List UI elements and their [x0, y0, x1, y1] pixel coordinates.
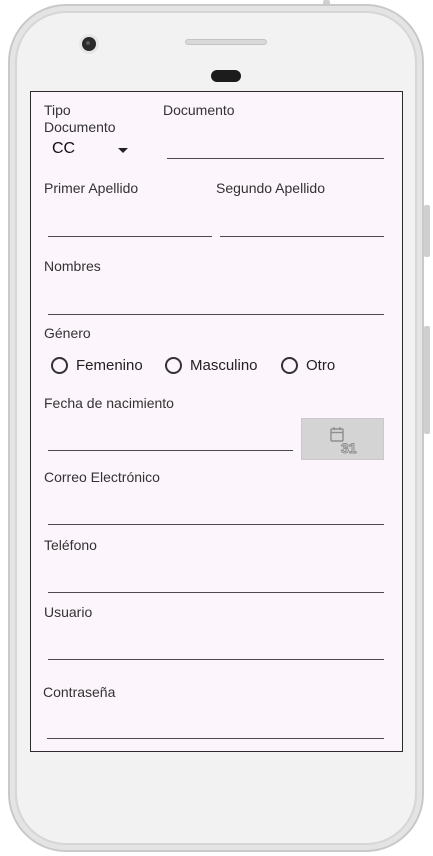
segundo-apellido-input[interactable]	[220, 236, 384, 237]
earpiece-speaker	[185, 39, 267, 45]
radio-circle-icon	[281, 357, 298, 374]
calendar-icon: 31	[330, 427, 357, 457]
tipo-documento-value: CC	[52, 140, 76, 157]
contrasena-label: Contraseña	[43, 684, 116, 700]
correo-label: Correo Electrónico	[44, 469, 160, 485]
radio-circle-icon	[165, 357, 182, 374]
correo-input[interactable]	[48, 524, 384, 525]
usuario-input[interactable]	[48, 659, 384, 660]
documento-input[interactable]	[167, 158, 384, 159]
radio-otro[interactable]: Otro	[281, 357, 335, 374]
calendar-icon-number: 31	[341, 440, 357, 456]
proximity-sensor	[211, 70, 241, 82]
date-picker-button[interactable]: 31	[301, 418, 384, 460]
contrasena-input[interactable]	[47, 738, 384, 739]
primer-apellido-label: Primer Apellido	[44, 180, 139, 196]
caret-down-icon	[118, 148, 128, 153]
fecha-nacimiento-input[interactable]	[48, 450, 293, 451]
radio-femenino-label: Femenino	[76, 357, 143, 374]
phone-power-button	[424, 326, 430, 434]
radio-masculino-label: Masculino	[190, 357, 258, 374]
radio-circle-icon	[51, 357, 68, 374]
phone-volume-button	[424, 205, 430, 257]
telefono-input[interactable]	[48, 592, 384, 593]
tipo-documento-spinner[interactable]: CC	[45, 138, 135, 162]
fecha-nacimiento-label: Fecha de nacimiento	[44, 395, 174, 411]
radio-masculino[interactable]: Masculino	[165, 357, 258, 374]
genero-label: Género	[44, 325, 91, 341]
nombres-input[interactable]	[48, 314, 384, 315]
telefono-label: Teléfono	[44, 537, 97, 553]
primer-apellido-input[interactable]	[48, 236, 212, 237]
contrasena-container: Contraseña	[31, 675, 402, 751]
registration-form-screen: Tipo Documento CC Documento Primer Apell…	[30, 91, 403, 752]
radio-femenino[interactable]: Femenino	[51, 357, 143, 374]
radio-otro-label: Otro	[306, 357, 336, 374]
front-camera	[82, 37, 96, 51]
tipo-documento-label: Tipo Documento	[44, 102, 116, 135]
documento-label: Documento	[163, 102, 235, 118]
usuario-label: Usuario	[44, 604, 93, 620]
segundo-apellido-label: Segundo Apellido	[216, 180, 325, 196]
nombres-label: Nombres	[44, 258, 101, 274]
